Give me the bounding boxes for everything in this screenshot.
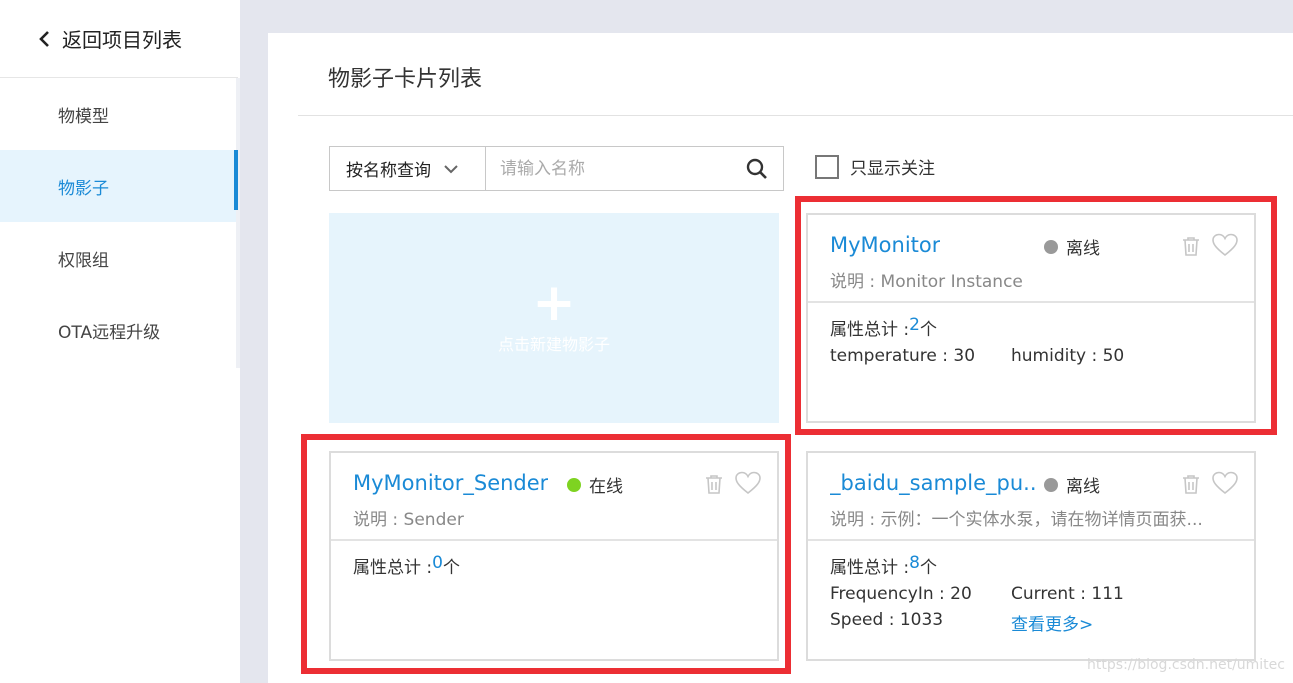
card-header: _baidu_sample_pu... 离线 说明 : 示例：一个实体水泵，请在… bbox=[808, 453, 1254, 541]
follow-only-label: 只显示关注 bbox=[850, 159, 935, 179]
sidebar-item-label: 物影子 bbox=[58, 178, 109, 199]
trash-icon[interactable] bbox=[1180, 473, 1202, 495]
card-name-link[interactable]: _baidu_sample_pu... bbox=[830, 471, 1035, 495]
chevron-left-icon bbox=[39, 30, 49, 47]
search-type-select[interactable]: 按名称查询 bbox=[329, 146, 486, 191]
sidebar-item-thing-model[interactable]: 物模型 bbox=[0, 78, 236, 150]
attr-row: Speed : 1033 查看更多> bbox=[830, 610, 1232, 635]
sidebar-nav: 物模型 物影子 权限组 OTA远程升级 bbox=[0, 78, 238, 366]
status-badge: 离线 bbox=[1044, 472, 1100, 497]
create-shadow-card[interactable]: + 点击新建物影子 bbox=[329, 213, 779, 423]
shadow-card: _baidu_sample_pu... 离线 说明 : 示例：一个实体水泵，请在… bbox=[806, 451, 1256, 661]
sidebar-item-label: 权限组 bbox=[58, 250, 109, 271]
back-to-project-list-button[interactable]: 返回项目列表 bbox=[0, 0, 238, 78]
attr-row: FrequencyIn : 20 Current : 111 bbox=[830, 584, 1232, 604]
attr-item: FrequencyIn : 20 bbox=[830, 584, 972, 604]
attr-count: 8 bbox=[909, 553, 920, 573]
search-input[interactable] bbox=[500, 158, 740, 179]
title-divider bbox=[298, 115, 1293, 116]
sidebar-item-label: OTA远程升级 bbox=[58, 322, 161, 343]
search-type-label: 按名称查询 bbox=[346, 161, 431, 181]
highlight-box bbox=[301, 434, 791, 674]
card-body: 属性总计 : 8个 FrequencyIn : 20 Current : 111… bbox=[808, 541, 1254, 653]
view-more-link[interactable]: 查看更多> bbox=[1011, 610, 1192, 635]
chevron-down-icon bbox=[444, 164, 458, 173]
search-box bbox=[486, 146, 784, 191]
desc-text: 示例：一个实体水泵，请在物详情页面获... bbox=[880, 510, 1203, 530]
status-label: 离线 bbox=[1066, 477, 1100, 497]
attr-summary: 属性总计 : 8个 bbox=[830, 553, 1232, 578]
desc-prefix: 说明 : bbox=[830, 510, 881, 530]
highlight-box bbox=[795, 196, 1277, 435]
attr-prefix: 属性总计 : bbox=[830, 558, 910, 578]
plus-icon: + bbox=[532, 273, 576, 333]
sidebar: 返回项目列表 物模型 物影子 权限组 OTA远程升级 bbox=[0, 0, 240, 683]
heart-icon[interactable] bbox=[1212, 471, 1238, 495]
sidebar-item-thing-shadow[interactable]: 物影子 bbox=[0, 150, 238, 222]
search-toolbar: 按名称查询 bbox=[329, 146, 784, 191]
back-label: 返回项目列表 bbox=[62, 28, 182, 52]
sidebar-item-ota-upgrade[interactable]: OTA远程升级 bbox=[0, 294, 236, 366]
follow-only-toggle[interactable]: 只显示关注 bbox=[815, 154, 935, 179]
card-description: 说明 : 示例：一个实体水泵，请在物详情页面获... bbox=[830, 505, 1230, 530]
sidebar-item-permission-group[interactable]: 权限组 bbox=[0, 222, 236, 294]
sidebar-divider bbox=[236, 78, 240, 368]
sidebar-item-label: 物模型 bbox=[58, 106, 109, 127]
page-title: 物影子卡片列表 bbox=[328, 67, 483, 92]
follow-only-checkbox[interactable] bbox=[815, 154, 839, 179]
watermark: https://blog.csdn.net/umitec bbox=[1087, 657, 1285, 673]
status-dot bbox=[1044, 477, 1058, 492]
create-shadow-label: 点击新建物影子 bbox=[497, 335, 610, 354]
attr-unit: 个 bbox=[919, 558, 937, 578]
search-icon[interactable] bbox=[746, 158, 768, 180]
attr-item: Speed : 1033 bbox=[830, 610, 944, 630]
attr-item: Current : 111 bbox=[1011, 584, 1124, 604]
